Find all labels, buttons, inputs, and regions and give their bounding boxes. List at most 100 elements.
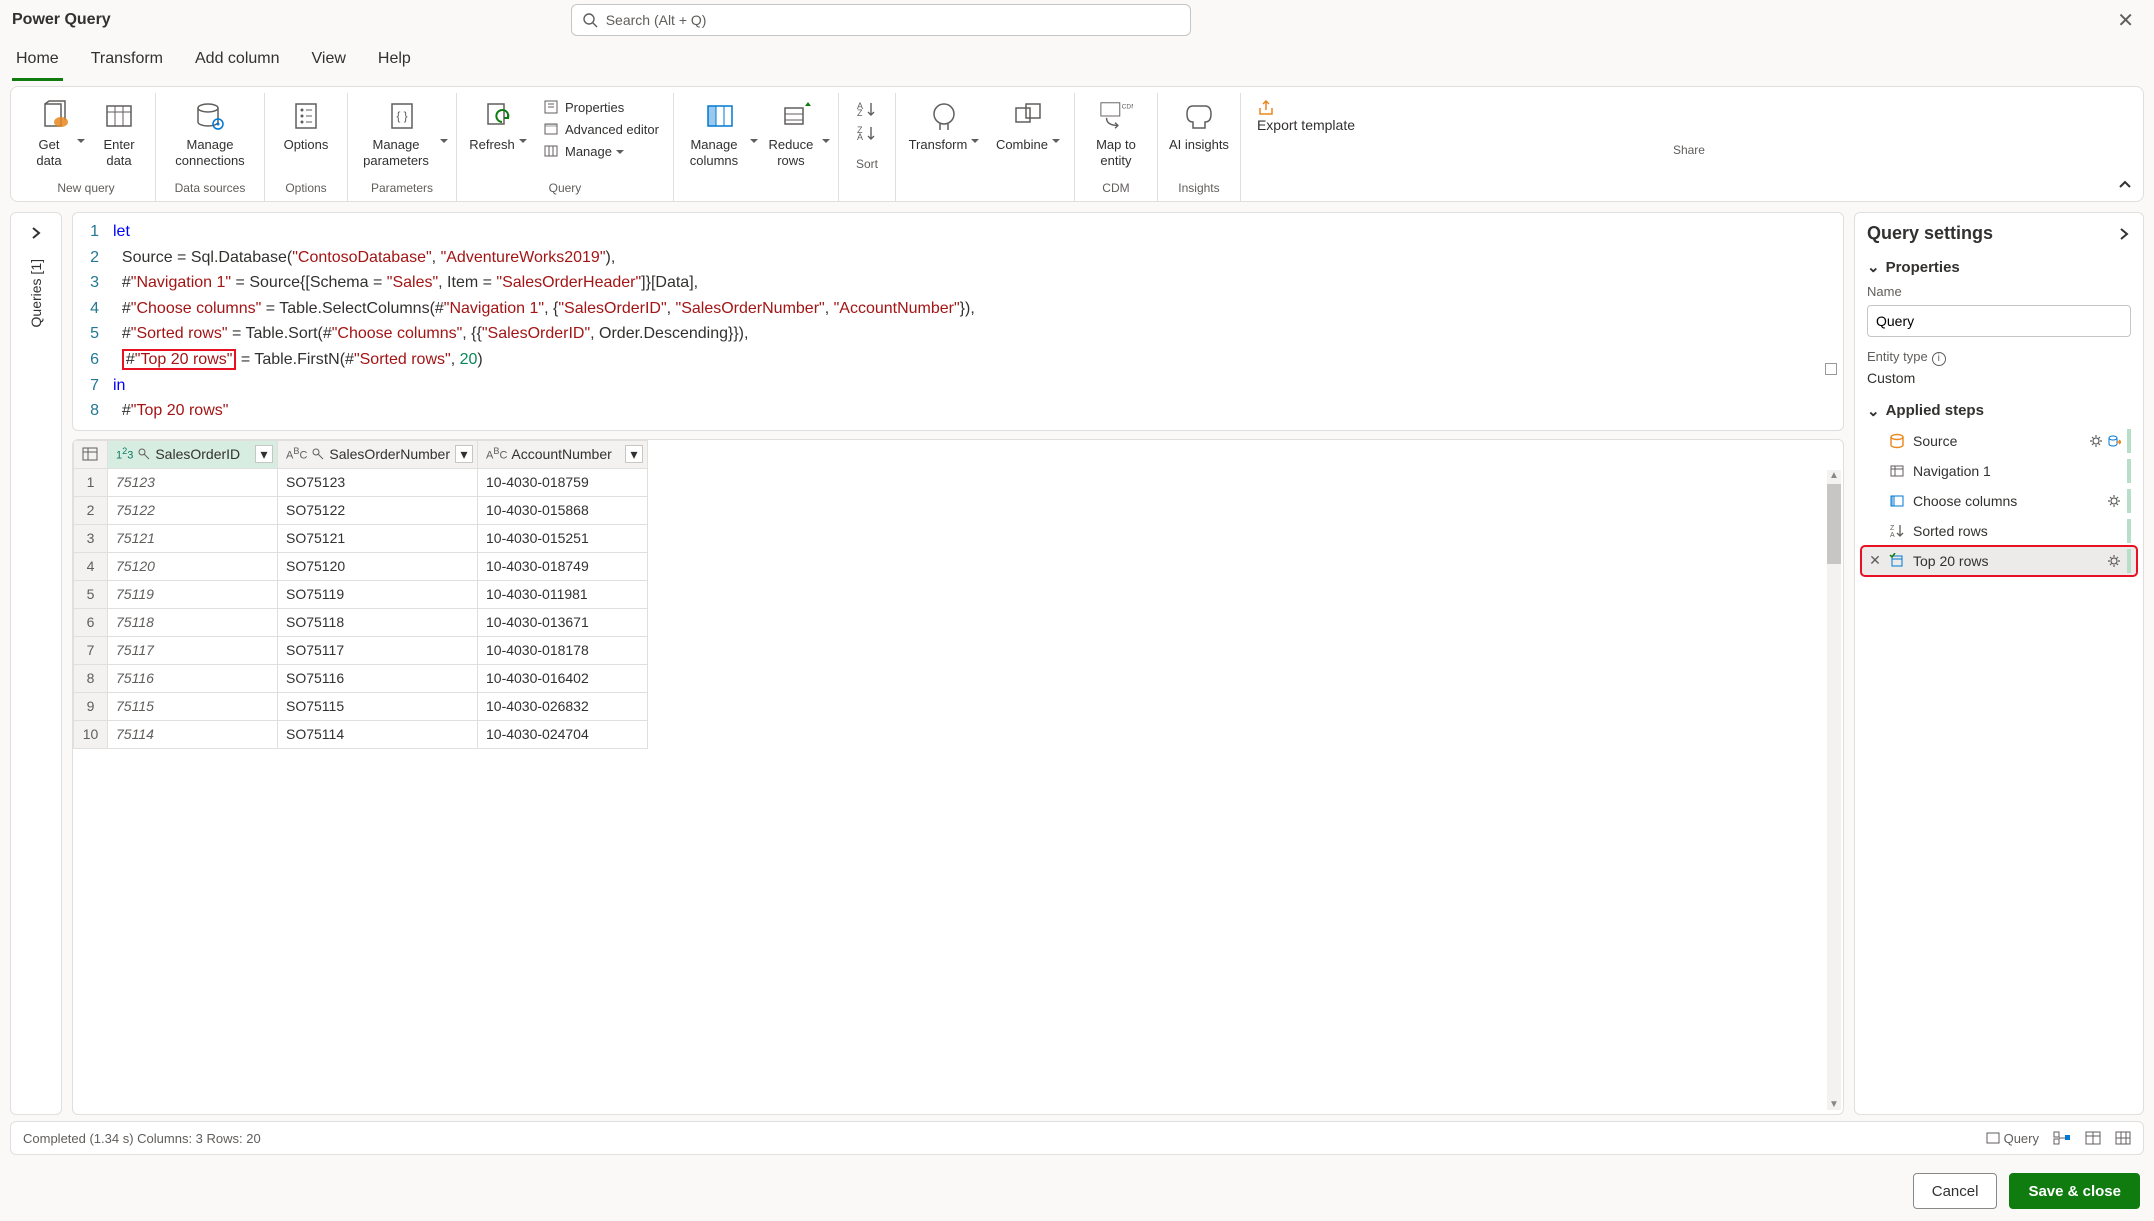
step-label: Navigation 1 xyxy=(1913,463,2121,479)
manage-columns-button[interactable]: Manage columns xyxy=(680,93,760,177)
col-dropdown[interactable]: ▾ xyxy=(455,445,473,463)
close-button[interactable]: ✕ xyxy=(2109,4,2142,37)
brain-icon xyxy=(1182,99,1216,133)
table-row[interactable]: 575119SO7511910-4030-011981 xyxy=(74,580,1843,608)
refresh-button[interactable]: Refresh xyxy=(463,93,533,177)
gear-icon[interactable] xyxy=(2107,494,2121,508)
info-icon[interactable]: i xyxy=(1932,352,1946,366)
col-accountnumber[interactable]: ABC AccountNumber ▾ xyxy=(478,440,648,468)
reduce-rows-button[interactable]: Reduce rows xyxy=(762,93,832,177)
properties-button[interactable]: Properties xyxy=(535,97,667,117)
svg-text:Z: Z xyxy=(1890,525,1895,532)
applied-step-item[interactable]: Source xyxy=(1861,426,2137,456)
tab-view[interactable]: View xyxy=(308,42,350,81)
table-row[interactable]: 475120SO7512010-4030-018749 xyxy=(74,552,1843,580)
applied-steps-list: Source Navigation 1 Choose columnsZASorted… xyxy=(1855,426,2143,576)
applied-step-item[interactable]: Choose columns xyxy=(1861,486,2137,516)
table-row[interactable]: 1075114SO7511410-4030-024704 xyxy=(74,720,1843,748)
key-icon xyxy=(137,447,151,461)
expand-queries-button[interactable] xyxy=(24,221,48,245)
status-steps-icon[interactable] xyxy=(2053,1131,2071,1145)
transform-button[interactable]: Transform xyxy=(902,93,986,177)
manage-icon xyxy=(543,143,559,159)
database-gear-icon xyxy=(193,99,227,133)
chevron-down-icon: ⌄ xyxy=(1867,258,1880,276)
formula-editor[interactable]: 1let2 Source = Sql.Database("ContosoData… xyxy=(72,212,1844,431)
export-template-button[interactable]: Export template xyxy=(1247,93,1365,139)
delete-step-icon[interactable]: ✕ xyxy=(1867,552,1883,569)
tab-transform[interactable]: Transform xyxy=(87,42,167,81)
cancel-button[interactable]: Cancel xyxy=(1913,1173,1998,1209)
step-type-icon xyxy=(1887,433,1907,449)
applied-step-item[interactable]: ✕ Top 20 rows xyxy=(1861,546,2137,576)
tab-help[interactable]: Help xyxy=(374,42,415,81)
ribbon-group-transform-combine: Transform Combine xyxy=(896,93,1075,201)
status-query-button[interactable]: Query xyxy=(1986,1131,2039,1146)
table-row[interactable]: 875116SO7511610-4030-016402 xyxy=(74,664,1843,692)
table-row[interactable]: 375121SO7512110-4030-015251 xyxy=(74,524,1843,552)
col-dropdown[interactable]: ▾ xyxy=(625,445,643,463)
map-entity-icon: CDM xyxy=(1099,99,1133,133)
status-view-table-icon[interactable] xyxy=(2085,1131,2101,1145)
name-label: Name xyxy=(1855,282,2143,301)
step-label: Sorted rows xyxy=(1913,523,2121,539)
ribbon-group-data-sources: Manage connections Data sources xyxy=(156,93,265,201)
search-box[interactable]: Search (Alt + Q) xyxy=(571,4,1191,36)
applied-step-item[interactable]: Navigation 1 xyxy=(1861,456,2137,486)
get-data-button[interactable]: Get data xyxy=(23,93,87,177)
ribbon-group-cdm: CDM Map to entity CDM xyxy=(1075,93,1158,201)
col-salesorderid[interactable]: 123 SalesOrderID ▾ xyxy=(108,440,278,468)
query-stack: Properties Advanced editor Manage xyxy=(535,93,667,161)
step-type-icon xyxy=(1887,493,1907,509)
enter-data-icon xyxy=(102,99,136,133)
enter-data-button[interactable]: Enter data xyxy=(89,93,149,177)
manage-columns-icon xyxy=(703,99,737,133)
options-button[interactable]: Options xyxy=(271,93,341,177)
datasource-icon[interactable] xyxy=(2107,434,2121,448)
table-row[interactable]: 675118SO7511810-4030-013671 xyxy=(74,608,1843,636)
manage-connections-button[interactable]: Manage connections xyxy=(162,93,258,177)
ai-insights-button[interactable]: AI insights xyxy=(1164,93,1234,177)
tab-home[interactable]: Home xyxy=(12,42,63,81)
table-scrollbar[interactable]: ▲▼ xyxy=(1827,470,1841,1110)
gear-icon[interactable] xyxy=(2089,434,2103,448)
tab-add-column[interactable]: Add column xyxy=(191,42,284,81)
settings-title: Query settings xyxy=(1867,223,1993,244)
advanced-editor-button[interactable]: Advanced editor xyxy=(535,119,667,139)
ribbon-group-options: Options Options xyxy=(265,93,348,201)
status-view-grid-icon[interactable] xyxy=(2115,1131,2131,1145)
table-row[interactable]: 975115SO7511510-4030-026832 xyxy=(74,692,1843,720)
step-type-icon xyxy=(1887,553,1907,569)
step-label: Top 20 rows xyxy=(1913,553,2103,569)
text-type-icon: ABC xyxy=(486,446,507,462)
search-icon xyxy=(582,12,606,28)
settings-expand-button[interactable] xyxy=(2117,227,2131,241)
sort-buttons[interactable]: AZ ZA xyxy=(845,93,889,153)
table-corner[interactable] xyxy=(74,440,108,468)
queries-pane-collapsed: Queries [1] xyxy=(10,212,62,1115)
status-bar: Completed (1.34 s) Columns: 3 Rows: 20 Q… xyxy=(10,1121,2144,1155)
entity-type-label: Entity typei xyxy=(1855,347,2143,368)
table-row[interactable]: 175123SO7512310-4030-018759 xyxy=(74,468,1843,496)
manage-parameters-button[interactable]: { } Manage parameters xyxy=(354,93,450,177)
save-close-button[interactable]: Save & close xyxy=(2009,1173,2140,1209)
table-row[interactable]: 775117SO7511710-4030-018178 xyxy=(74,636,1843,664)
map-to-entity-button[interactable]: CDM Map to entity xyxy=(1081,93,1151,177)
query-name-input[interactable] xyxy=(1867,305,2131,337)
svg-text:Z: Z xyxy=(857,108,863,117)
col-salesordernumber[interactable]: ABC SalesOrderNumber ▾ xyxy=(278,440,478,468)
svg-text:A: A xyxy=(857,132,863,141)
applied-step-item[interactable]: ZASorted rows xyxy=(1861,516,2137,546)
manage-button[interactable]: Manage xyxy=(535,141,667,161)
chevron-down-icon: ⌄ xyxy=(1867,402,1880,420)
combine-button[interactable]: Combine xyxy=(988,93,1068,177)
table-row[interactable]: 275122SO7512210-4030-015868 xyxy=(74,496,1843,524)
ribbon-collapse-button[interactable] xyxy=(2117,177,2133,193)
ribbon-group-share: Export template Share xyxy=(1241,93,2137,201)
code-fold-marker[interactable] xyxy=(1825,363,1837,375)
data-preview-table: 123 SalesOrderID ▾ ABC SalesOrderNumber … xyxy=(72,439,1844,1115)
gear-icon[interactable] xyxy=(2107,554,2121,568)
applied-steps-header[interactable]: ⌄ Applied steps xyxy=(1855,396,2143,426)
properties-section-header[interactable]: ⌄ Properties xyxy=(1855,252,2143,282)
col-dropdown[interactable]: ▾ xyxy=(255,445,273,463)
